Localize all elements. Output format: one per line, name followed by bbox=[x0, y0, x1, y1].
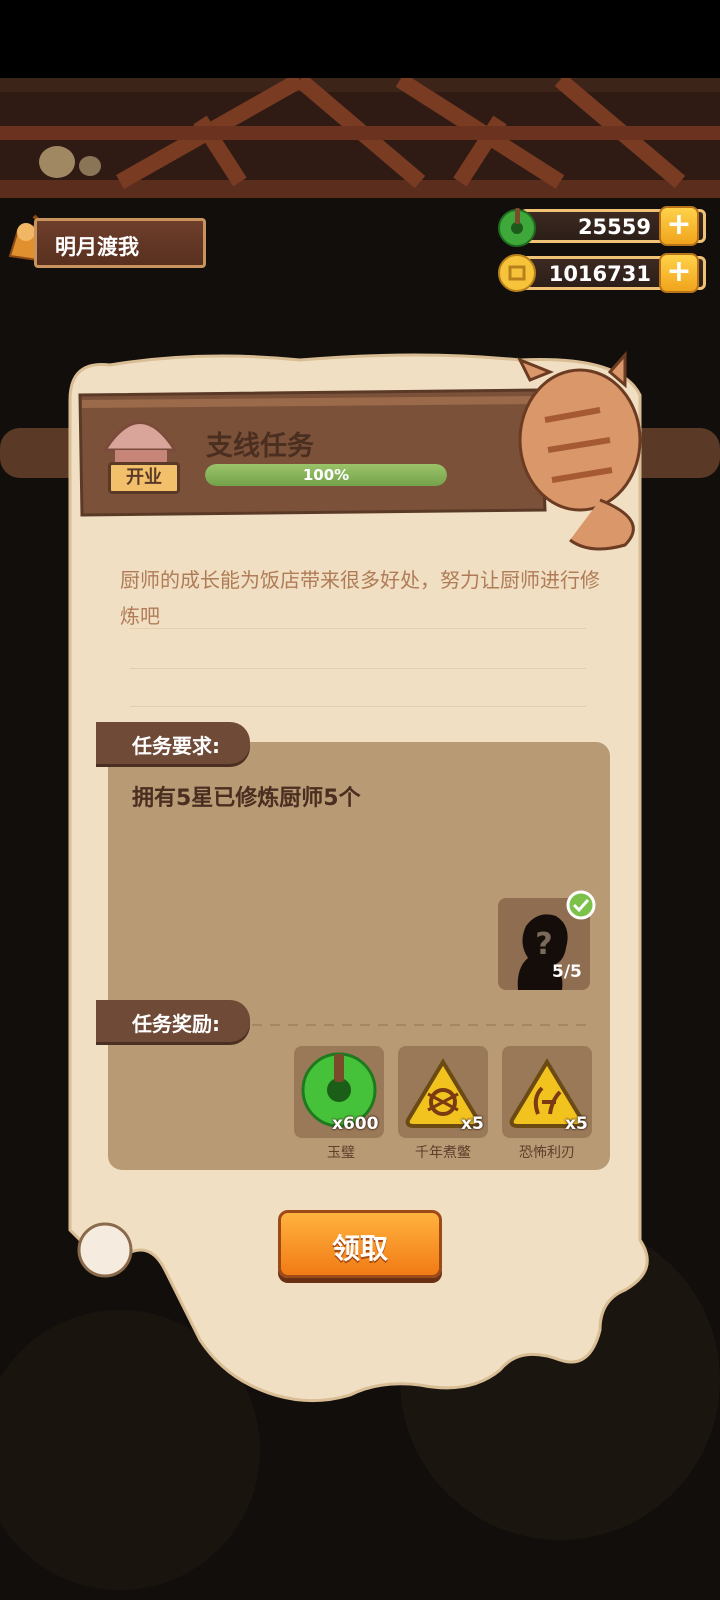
reward-name: 千年煮鳖 bbox=[415, 1145, 471, 1161]
reward-divider bbox=[252, 1024, 588, 1026]
quest-title: 支线任务 bbox=[206, 431, 314, 462]
quest-progress-bar: 100% bbox=[205, 464, 447, 486]
requirement-header: 任务要求: bbox=[96, 722, 250, 764]
requirement-header-label: 任务要求: bbox=[132, 734, 220, 758]
reward-name: 恐怖利刃 bbox=[519, 1145, 575, 1161]
quest-badge-label: 开业 bbox=[126, 467, 162, 488]
reward-qty: x5 bbox=[565, 1114, 588, 1134]
reward-name: 玉璧 bbox=[327, 1145, 355, 1161]
quest-progress-label: 100% bbox=[302, 466, 350, 484]
claim-button[interactable]: 领取 bbox=[278, 1210, 442, 1278]
reward-qty: x5 bbox=[461, 1114, 484, 1134]
divider bbox=[130, 706, 586, 707]
reward-qty: x600 bbox=[332, 1114, 379, 1134]
reward-header-label: 任务奖励: bbox=[132, 1012, 220, 1036]
quest-badge: 开业 bbox=[108, 462, 180, 494]
check-icon bbox=[566, 890, 596, 920]
divider bbox=[130, 628, 586, 629]
reward-header: 任务奖励: bbox=[96, 1000, 250, 1042]
quest-description: 厨师的成长能为饭店带来很多好处，努力让厨师进行修炼吧 bbox=[120, 568, 600, 628]
svg-text:?: ? bbox=[535, 927, 552, 962]
requirement-text: 拥有5星已修炼厨师5个 bbox=[132, 786, 361, 811]
claim-button-label: 领取 bbox=[331, 1232, 388, 1265]
chef-count: 5/5 bbox=[552, 962, 582, 982]
divider bbox=[130, 668, 586, 669]
